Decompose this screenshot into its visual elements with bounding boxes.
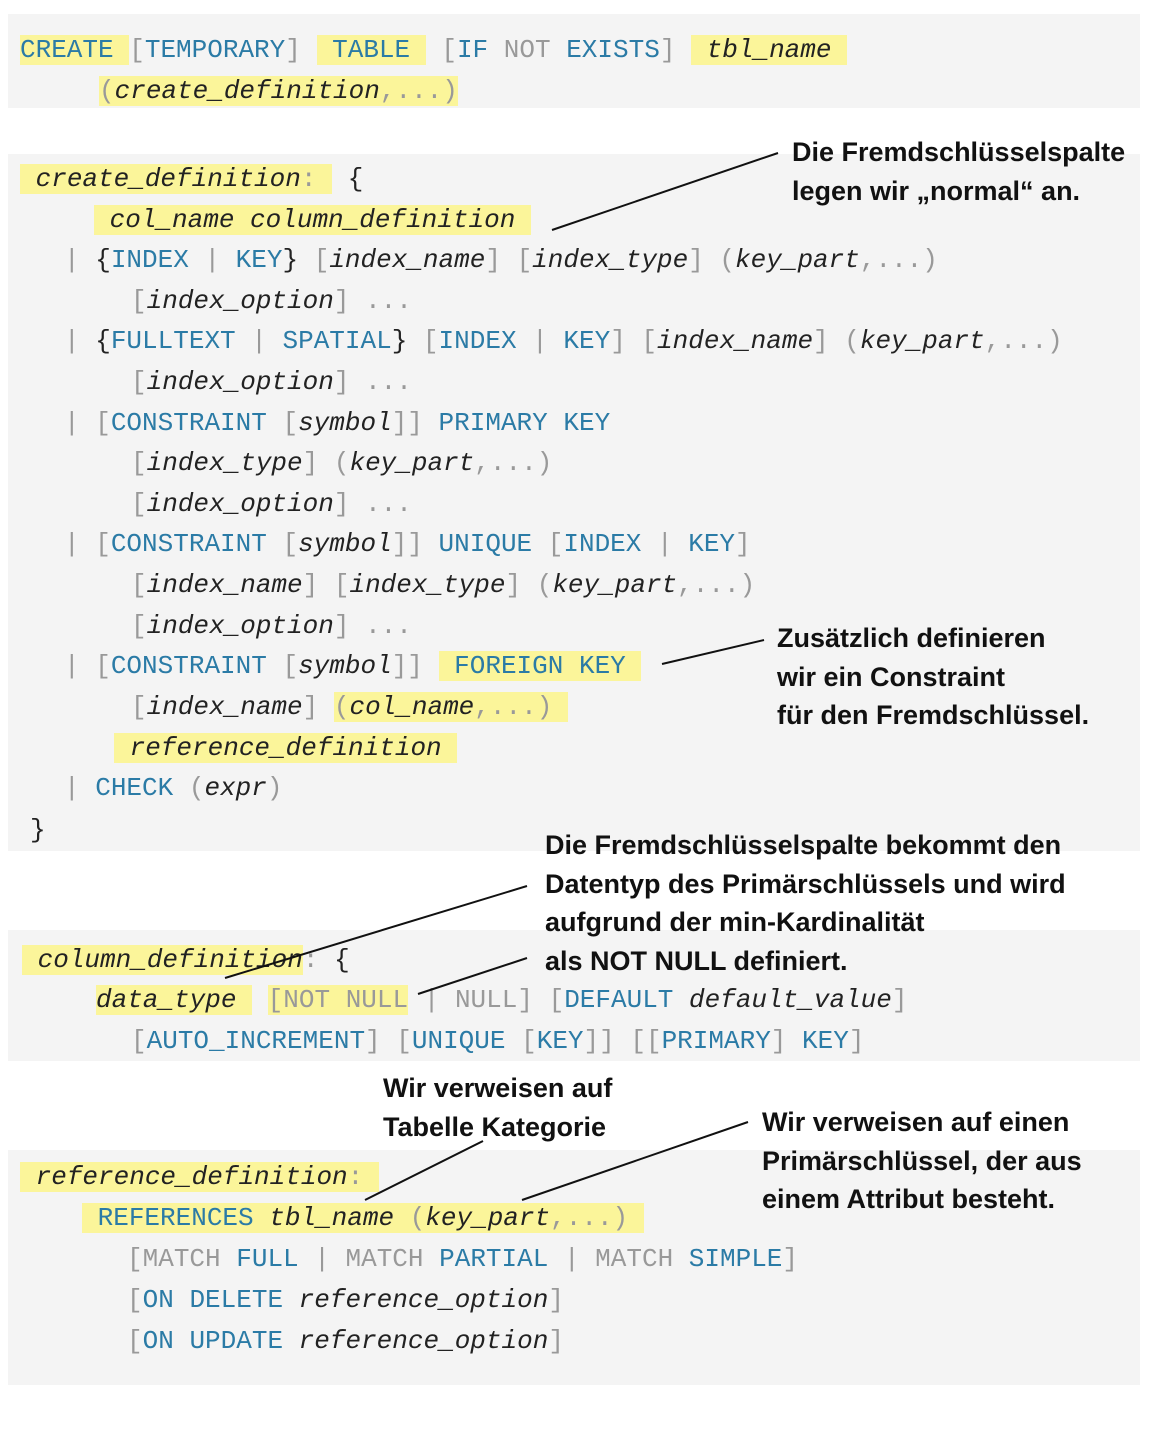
annotation-pk-ref: Wir verweisen auf einen Primärschlüssel,…: [762, 1107, 1082, 1214]
annotation-fk-column: Die Fremdschlüsselspalte legen wir „norm…: [792, 137, 1126, 206]
annotation-constraint: Zusätzlich definieren wir ein Constraint…: [777, 623, 1090, 730]
annotation-table-ref: Wir verweisen auf Tabelle Kategorie: [383, 1073, 613, 1142]
annotation-datatype: Die Fremdschlüsselspalte bekommt den Dat…: [545, 830, 1066, 976]
